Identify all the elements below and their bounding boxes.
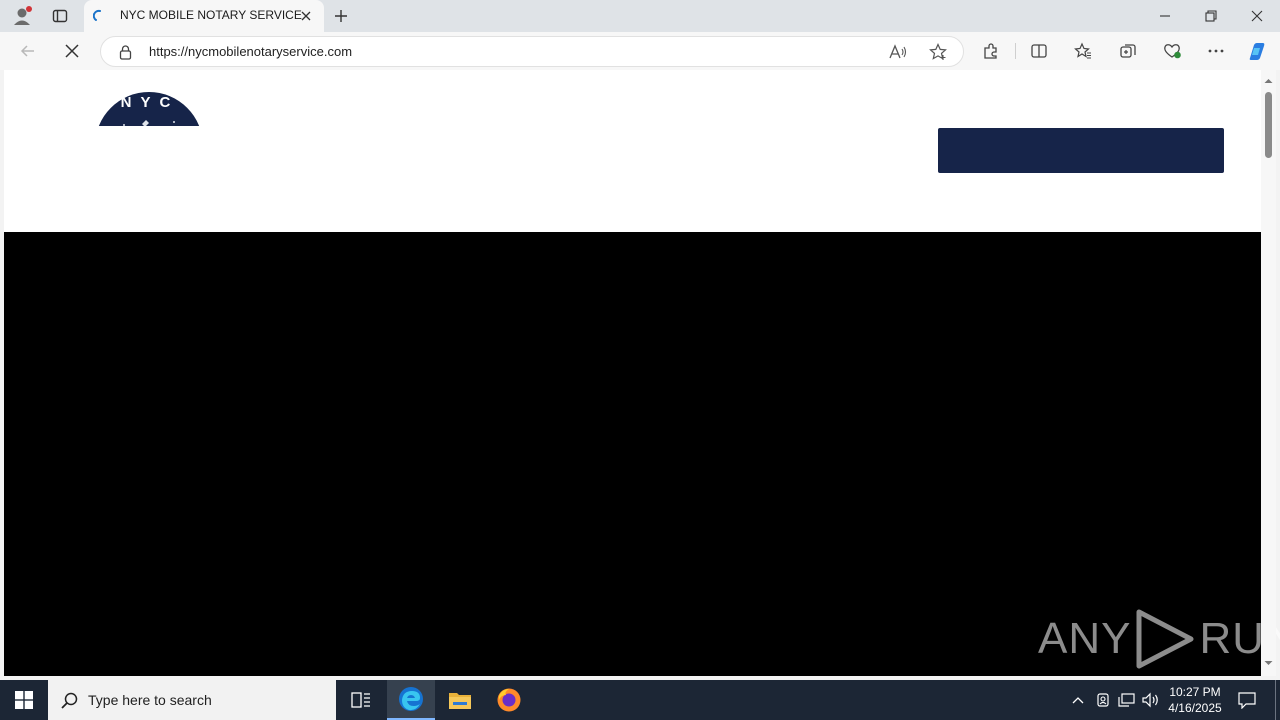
- volume-icon[interactable]: [1141, 690, 1161, 710]
- favorites-icon[interactable]: [1072, 40, 1094, 62]
- site-logo[interactable]: NYC: [94, 90, 204, 126]
- more-options-icon[interactable]: [1205, 40, 1227, 62]
- tab-title: NYC MOBILE NOTARY SERVICE: [120, 8, 302, 22]
- scroll-thumb[interactable]: [1265, 92, 1272, 158]
- restore-icon[interactable]: [1196, 4, 1226, 28]
- browser-essentials-icon[interactable]: [1161, 40, 1183, 62]
- watermark-left: ANY: [1038, 614, 1132, 663]
- start-windows-icon[interactable]: [0, 680, 48, 720]
- edge-taskbar-icon[interactable]: [387, 680, 435, 720]
- search-icon: [60, 691, 78, 709]
- split-screen-icon[interactable]: [1028, 40, 1050, 62]
- address-bar[interactable]: https://nycmobilenotaryservice.com: [100, 36, 964, 67]
- close-window-icon[interactable]: [1242, 4, 1272, 28]
- close-tab-icon[interactable]: [298, 8, 314, 24]
- page-scrollbar[interactable]: [1261, 70, 1276, 676]
- back-icon[interactable]: [14, 39, 42, 63]
- play-logo-icon: [1136, 609, 1194, 669]
- active-tab[interactable]: NYC MOBILE NOTARY SERVICE: [84, 0, 324, 32]
- toolbar-divider: [1015, 43, 1016, 59]
- task-view-icon[interactable]: [338, 680, 384, 720]
- stop-loading-icon[interactable]: [58, 39, 86, 63]
- search-placeholder: Type here to search: [88, 692, 212, 708]
- clock-date: 4/16/2025: [1168, 701, 1222, 715]
- logo-text: NYC: [120, 94, 180, 111]
- taskbar-search[interactable]: Type here to search: [48, 680, 336, 720]
- meet-now-icon[interactable]: [1093, 690, 1113, 710]
- scroll-up-icon[interactable]: [1261, 76, 1276, 86]
- new-tab-icon[interactable]: [330, 4, 352, 28]
- browser-toolbar: https://nycmobilenotaryservice.com: [0, 32, 1280, 70]
- header-cta-button[interactable]: [938, 128, 1224, 173]
- tab-actions-icon[interactable]: [48, 4, 72, 28]
- loading-spinner-icon: [90, 6, 110, 26]
- system-clock[interactable]: 10:27 PM 4/16/2025: [1160, 684, 1230, 716]
- lock-icon[interactable]: [117, 44, 133, 60]
- notification-center-icon[interactable]: [1234, 688, 1260, 712]
- file-explorer-icon[interactable]: [436, 680, 484, 720]
- windows-taskbar: Type here to search 10:27 PM 4/16/2025: [0, 680, 1280, 720]
- profile-icon[interactable]: [8, 4, 36, 28]
- clock-time: 10:27 PM: [1169, 685, 1221, 699]
- url-text: https://nycmobilenotaryservice.com: [149, 44, 353, 59]
- read-aloud-icon[interactable]: [887, 42, 909, 62]
- favorite-star-icon[interactable]: [927, 42, 949, 62]
- page-viewport: NYC: [4, 70, 1261, 676]
- site-header: NYC: [4, 70, 1261, 232]
- anyrun-watermark: ANY RUN: [1038, 606, 1280, 672]
- copilot-icon[interactable]: [1244, 38, 1270, 64]
- show-desktop-button[interactable]: [1275, 680, 1280, 720]
- tab-strip: NYC MOBILE NOTARY SERVICE: [0, 0, 1280, 32]
- network-icon[interactable]: [1117, 690, 1137, 710]
- scroll-down-icon[interactable]: [1261, 658, 1276, 668]
- show-hidden-icons-chevron-icon[interactable]: [1068, 690, 1088, 710]
- collections-icon[interactable]: [1117, 40, 1139, 62]
- extensions-icon[interactable]: [980, 40, 1002, 62]
- minimize-icon[interactable]: [1150, 4, 1180, 28]
- firefox-icon[interactable]: [485, 680, 533, 720]
